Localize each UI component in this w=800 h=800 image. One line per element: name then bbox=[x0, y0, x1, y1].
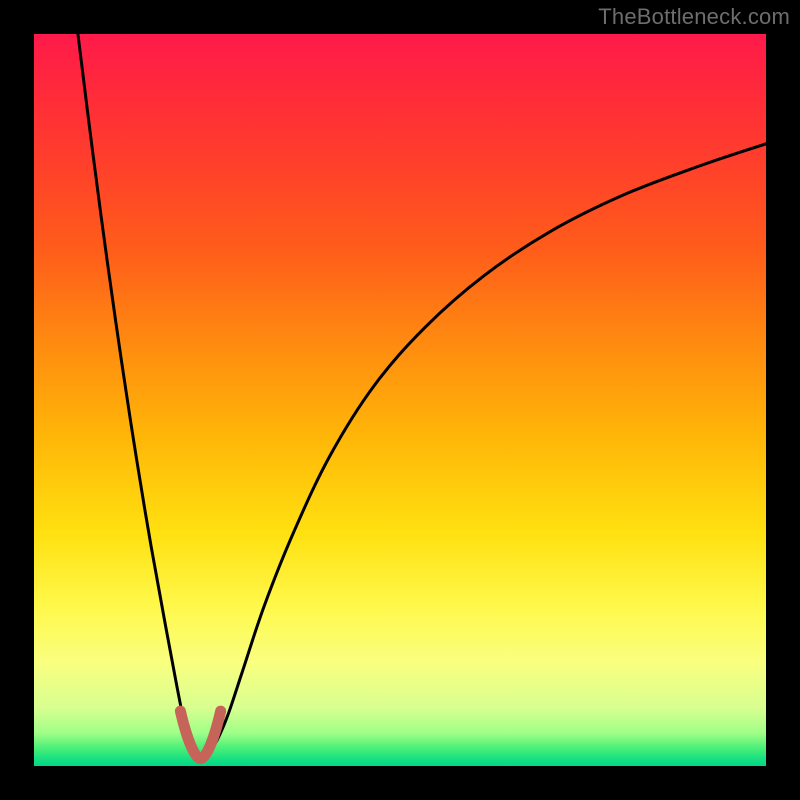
plot-area bbox=[34, 34, 766, 766]
chart-frame: TheBottleneck.com bbox=[0, 0, 800, 800]
bottleneck-chart-svg bbox=[34, 34, 766, 766]
gradient-background bbox=[34, 34, 766, 766]
watermark-text: TheBottleneck.com bbox=[598, 4, 790, 30]
